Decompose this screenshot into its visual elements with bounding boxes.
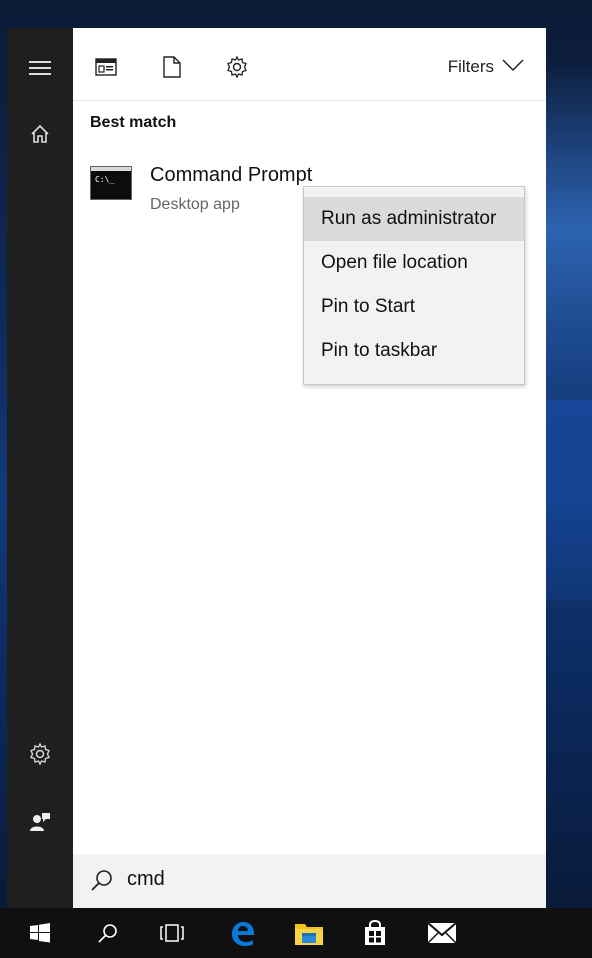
filters-label: Filters (447, 57, 494, 76)
start-rail (7, 28, 73, 908)
desktop-wallpaper-light-lower (546, 400, 592, 600)
filter-toolbar: Filters (73, 28, 546, 101)
result-title: Command Prompt (150, 164, 313, 186)
search-results-panel: Filters Best match C:\_ Command Prompt D… (73, 28, 546, 908)
feedback-icon[interactable] (24, 806, 56, 838)
apps-filter-icon[interactable] (93, 54, 119, 80)
context-menu: Run as administrator Open file location … (303, 186, 525, 385)
documents-filter-icon[interactable] (159, 54, 185, 80)
edge-icon[interactable] (226, 917, 258, 949)
search-icon[interactable] (92, 917, 124, 949)
windows-start-icon[interactable] (24, 917, 56, 949)
home-icon[interactable] (24, 118, 56, 150)
search-input[interactable]: cmd (127, 868, 165, 891)
menu-item-run-as-administrator[interactable]: Run as administrator (304, 197, 524, 241)
mail-icon[interactable] (426, 917, 458, 949)
desktop-wallpaper-light (546, 60, 592, 400)
result-subtitle: Desktop app (150, 196, 240, 213)
command-prompt-icon-text: C:\_ (95, 175, 115, 184)
settings-icon[interactable] (24, 738, 56, 770)
menu-item-open-file-location[interactable]: Open file location (304, 241, 524, 285)
settings-filter-icon[interactable] (224, 54, 250, 80)
file-explorer-icon[interactable] (293, 917, 325, 949)
filters-dropdown[interactable]: Filters (448, 54, 524, 80)
search-box[interactable]: cmd (73, 854, 546, 908)
menu-item-pin-to-start[interactable]: Pin to Start (304, 285, 524, 329)
best-match-heading: Best match (90, 114, 177, 131)
taskbar (0, 908, 592, 958)
menu-item-pin-to-taskbar[interactable]: Pin to taskbar (304, 329, 524, 373)
command-prompt-icon: C:\_ (90, 166, 132, 200)
task-view-icon[interactable] (156, 917, 188, 949)
hamburger-icon[interactable] (24, 52, 56, 84)
chevron-down-icon (502, 57, 524, 77)
store-icon[interactable] (359, 917, 391, 949)
search-icon (91, 870, 112, 891)
